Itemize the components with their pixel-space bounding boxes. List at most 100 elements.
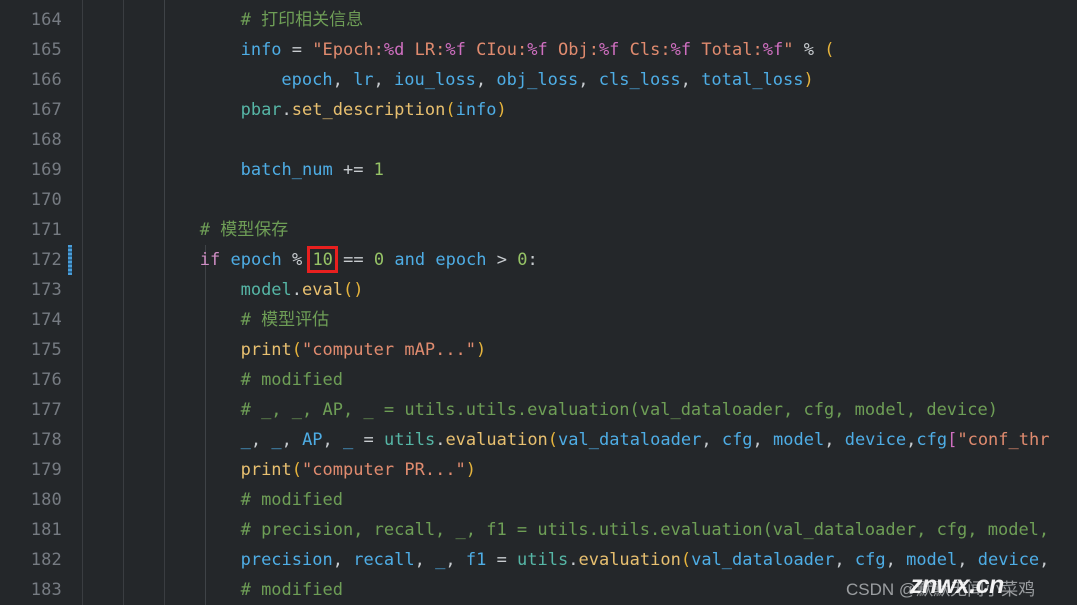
code-token: . xyxy=(281,100,292,120)
code-token: 0 xyxy=(517,250,528,270)
code-token: cfg xyxy=(916,430,948,450)
code-token: , xyxy=(885,550,907,570)
code-token: # _, _, AP, _ = utils.utils.evaluation(v… xyxy=(240,400,998,420)
code-token: ) xyxy=(803,70,814,90)
code-token: # modified xyxy=(240,580,343,600)
code-token: ( xyxy=(680,550,692,570)
code-token: recall xyxy=(353,550,415,570)
code-token: and xyxy=(394,250,426,270)
code-token: precision xyxy=(240,550,333,570)
code-token: "Epoch: xyxy=(312,40,384,60)
code-line-178[interactable]: _, _, AP, _ = utils.evaluation(val_datal… xyxy=(241,425,1050,455)
code-token: epoch xyxy=(281,70,333,90)
code-token: # modified xyxy=(240,370,343,390)
code-token: val_dataloader xyxy=(558,430,702,450)
code-line-180[interactable]: # modified xyxy=(241,485,343,515)
code-line-174[interactable]: # 模型评估 xyxy=(241,305,329,335)
code-token: ) xyxy=(476,340,487,360)
code-token: ) xyxy=(496,100,507,120)
code-token: , xyxy=(1039,550,1050,570)
code-token: epoch xyxy=(230,250,282,270)
code-token: AP xyxy=(302,430,323,450)
code-token: . xyxy=(291,280,303,300)
code-line-164[interactable]: # 打印相关信息 xyxy=(241,5,363,35)
code-token: . xyxy=(435,430,446,450)
code-content[interactable]: # 打印相关信息 info = "Epoch:%d LR:%f CIou:%f O… xyxy=(0,0,1077,605)
code-token: () xyxy=(342,280,364,300)
code-token: ( xyxy=(445,100,456,120)
code-token: , xyxy=(957,550,978,570)
code-token: , xyxy=(281,430,303,450)
code-token: , xyxy=(752,430,774,450)
code-token: [ xyxy=(947,430,958,450)
code-token: # 模型保存 xyxy=(199,220,289,240)
code-token: , xyxy=(332,550,354,570)
code-token: : xyxy=(527,250,538,270)
code-editor[interactable]: 164 165 166 167 168 169 170 171 172 173 174 175 176 1… xyxy=(0,0,1077,605)
code-line-182[interactable]: precision, recall, _, f1 = utils.evaluat… xyxy=(241,545,1050,575)
code-token: # precision, recall, _, f1 = utils.utils… xyxy=(240,520,1050,540)
code-token: , xyxy=(475,70,497,90)
code-line-169[interactable]: batch_num += 1 xyxy=(241,155,384,185)
code-token: "computer PR..." xyxy=(302,460,466,480)
code-token: , xyxy=(445,550,466,570)
code-line-166[interactable]: epoch, lr, iou_loss, obj_loss, cls_loss,… xyxy=(281,65,813,95)
code-token: f1 xyxy=(465,550,487,570)
code-line-181[interactable]: # precision, recall, _, f1 = utils.utils… xyxy=(241,515,1050,545)
code-token: val_dataloader xyxy=(691,550,835,570)
code-token: % xyxy=(793,40,825,60)
code-token: epoch xyxy=(435,250,487,270)
code-token: %f xyxy=(527,40,548,60)
code-token: utils xyxy=(517,550,569,570)
code-token: info xyxy=(455,100,497,120)
code-token: , xyxy=(680,70,702,90)
code-token: , xyxy=(834,550,855,570)
code-token: info xyxy=(240,40,282,60)
code-line-176[interactable]: # modified xyxy=(241,365,343,395)
code-token: Obj: xyxy=(547,40,599,60)
code-token: model xyxy=(906,550,958,570)
code-token: utils xyxy=(384,430,436,450)
code-token: pbar xyxy=(240,100,282,120)
code-token: 0 xyxy=(373,250,385,270)
code-token: %f xyxy=(762,40,784,60)
code-line-173[interactable]: model.eval() xyxy=(241,275,364,305)
code-token: , xyxy=(578,70,599,90)
code-line-179[interactable]: print("computer PR...") xyxy=(241,455,476,485)
code-token: . xyxy=(568,550,579,570)
code-token: , xyxy=(322,430,344,450)
code-line-177[interactable]: # _, _, AP, _ = utils.utils.evaluation(v… xyxy=(241,395,998,425)
code-token: cls_loss xyxy=(598,70,681,90)
code-token: _ xyxy=(435,550,446,570)
code-token: obj_loss xyxy=(496,70,579,90)
code-token: model xyxy=(240,280,292,300)
red-highlight-annotation xyxy=(307,246,339,273)
code-token: , xyxy=(701,430,722,450)
code-token: Cls: xyxy=(619,40,671,60)
code-token: , xyxy=(414,550,436,570)
code-token: if xyxy=(199,250,221,270)
code-token: evaluation xyxy=(578,550,681,570)
code-token: 1 xyxy=(373,160,384,180)
code-line-171[interactable]: # 模型保存 xyxy=(200,215,288,245)
code-line-175[interactable]: print("computer mAP...") xyxy=(241,335,487,365)
code-line-167[interactable]: pbar.set_description(info) xyxy=(241,95,507,125)
code-line-172[interactable]: if epoch % 10 == 0 and epoch > 0: xyxy=(200,245,538,275)
code-token: _ xyxy=(271,430,282,450)
code-token: , xyxy=(250,430,272,450)
code-token: device xyxy=(844,430,907,450)
code-token: eval xyxy=(302,280,343,300)
code-token: = xyxy=(486,550,518,570)
code-token: # 模型评估 xyxy=(240,310,330,330)
code-token: , xyxy=(373,70,395,90)
code-token: device xyxy=(977,550,1040,570)
code-token: lr xyxy=(353,70,374,90)
code-token: set_description xyxy=(291,100,446,120)
code-line-183[interactable]: # modified xyxy=(241,575,343,605)
code-token: evaluation xyxy=(445,430,548,450)
code-token: model xyxy=(773,430,825,450)
code-line-165[interactable]: info = "Epoch:%d LR:%f CIou:%f Obj:%f Cl… xyxy=(241,35,835,65)
